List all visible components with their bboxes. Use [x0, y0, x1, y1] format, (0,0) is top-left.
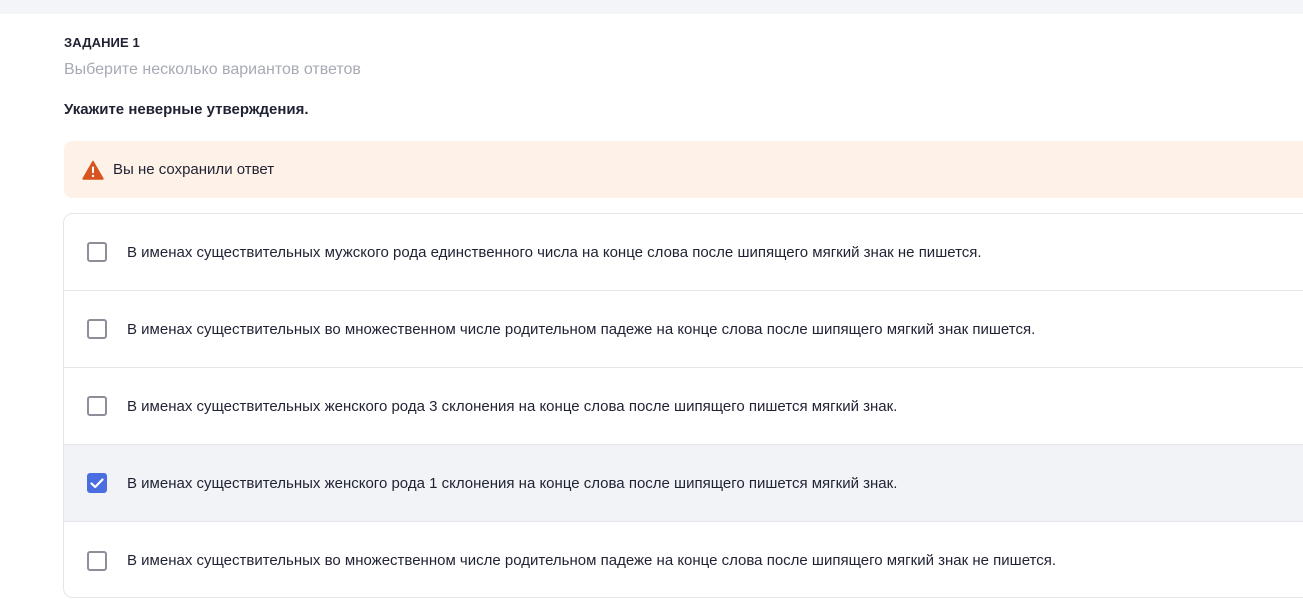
options-list: В именах существительных мужского рода е…	[63, 213, 1303, 598]
option-1[interactable]: В именах существительных мужского рода е…	[64, 214, 1303, 291]
option-3[interactable]: В именах существительных женского рода 3…	[64, 368, 1303, 445]
option-4[interactable]: В именах существительных женского рода 1…	[64, 445, 1303, 522]
task-label: ЗАДАНИЕ 1	[64, 35, 140, 50]
checkbox[interactable]	[87, 242, 107, 262]
option-text: В именах существительных во множественно…	[127, 552, 1057, 569]
checkbox[interactable]	[87, 319, 107, 339]
option-text: В именах существительных во множественно…	[127, 320, 1036, 338]
option-text: В именах существительных женского рода 1…	[127, 474, 898, 492]
checkbox[interactable]	[87, 396, 107, 416]
checkbox[interactable]	[87, 473, 107, 493]
warning-icon	[82, 160, 104, 180]
check-icon	[90, 477, 104, 488]
task-hint: Выберите несколько вариантов ответов	[64, 61, 361, 78]
option-5[interactable]: В именах существительных во множественно…	[64, 522, 1303, 597]
unsaved-alert: Вы не сохранили ответ	[64, 141, 1303, 198]
top-strip	[0, 0, 1303, 14]
question-text: Укажите неверные утверждения.	[64, 101, 309, 118]
alert-text: Вы не сохранили ответ	[113, 161, 275, 178]
option-text: В именах существительных женского рода 3…	[127, 397, 898, 415]
checkbox[interactable]	[87, 550, 107, 571]
option-text: В именах существительных мужского рода е…	[127, 243, 982, 261]
option-2[interactable]: В именах существительных во множественно…	[64, 291, 1303, 368]
